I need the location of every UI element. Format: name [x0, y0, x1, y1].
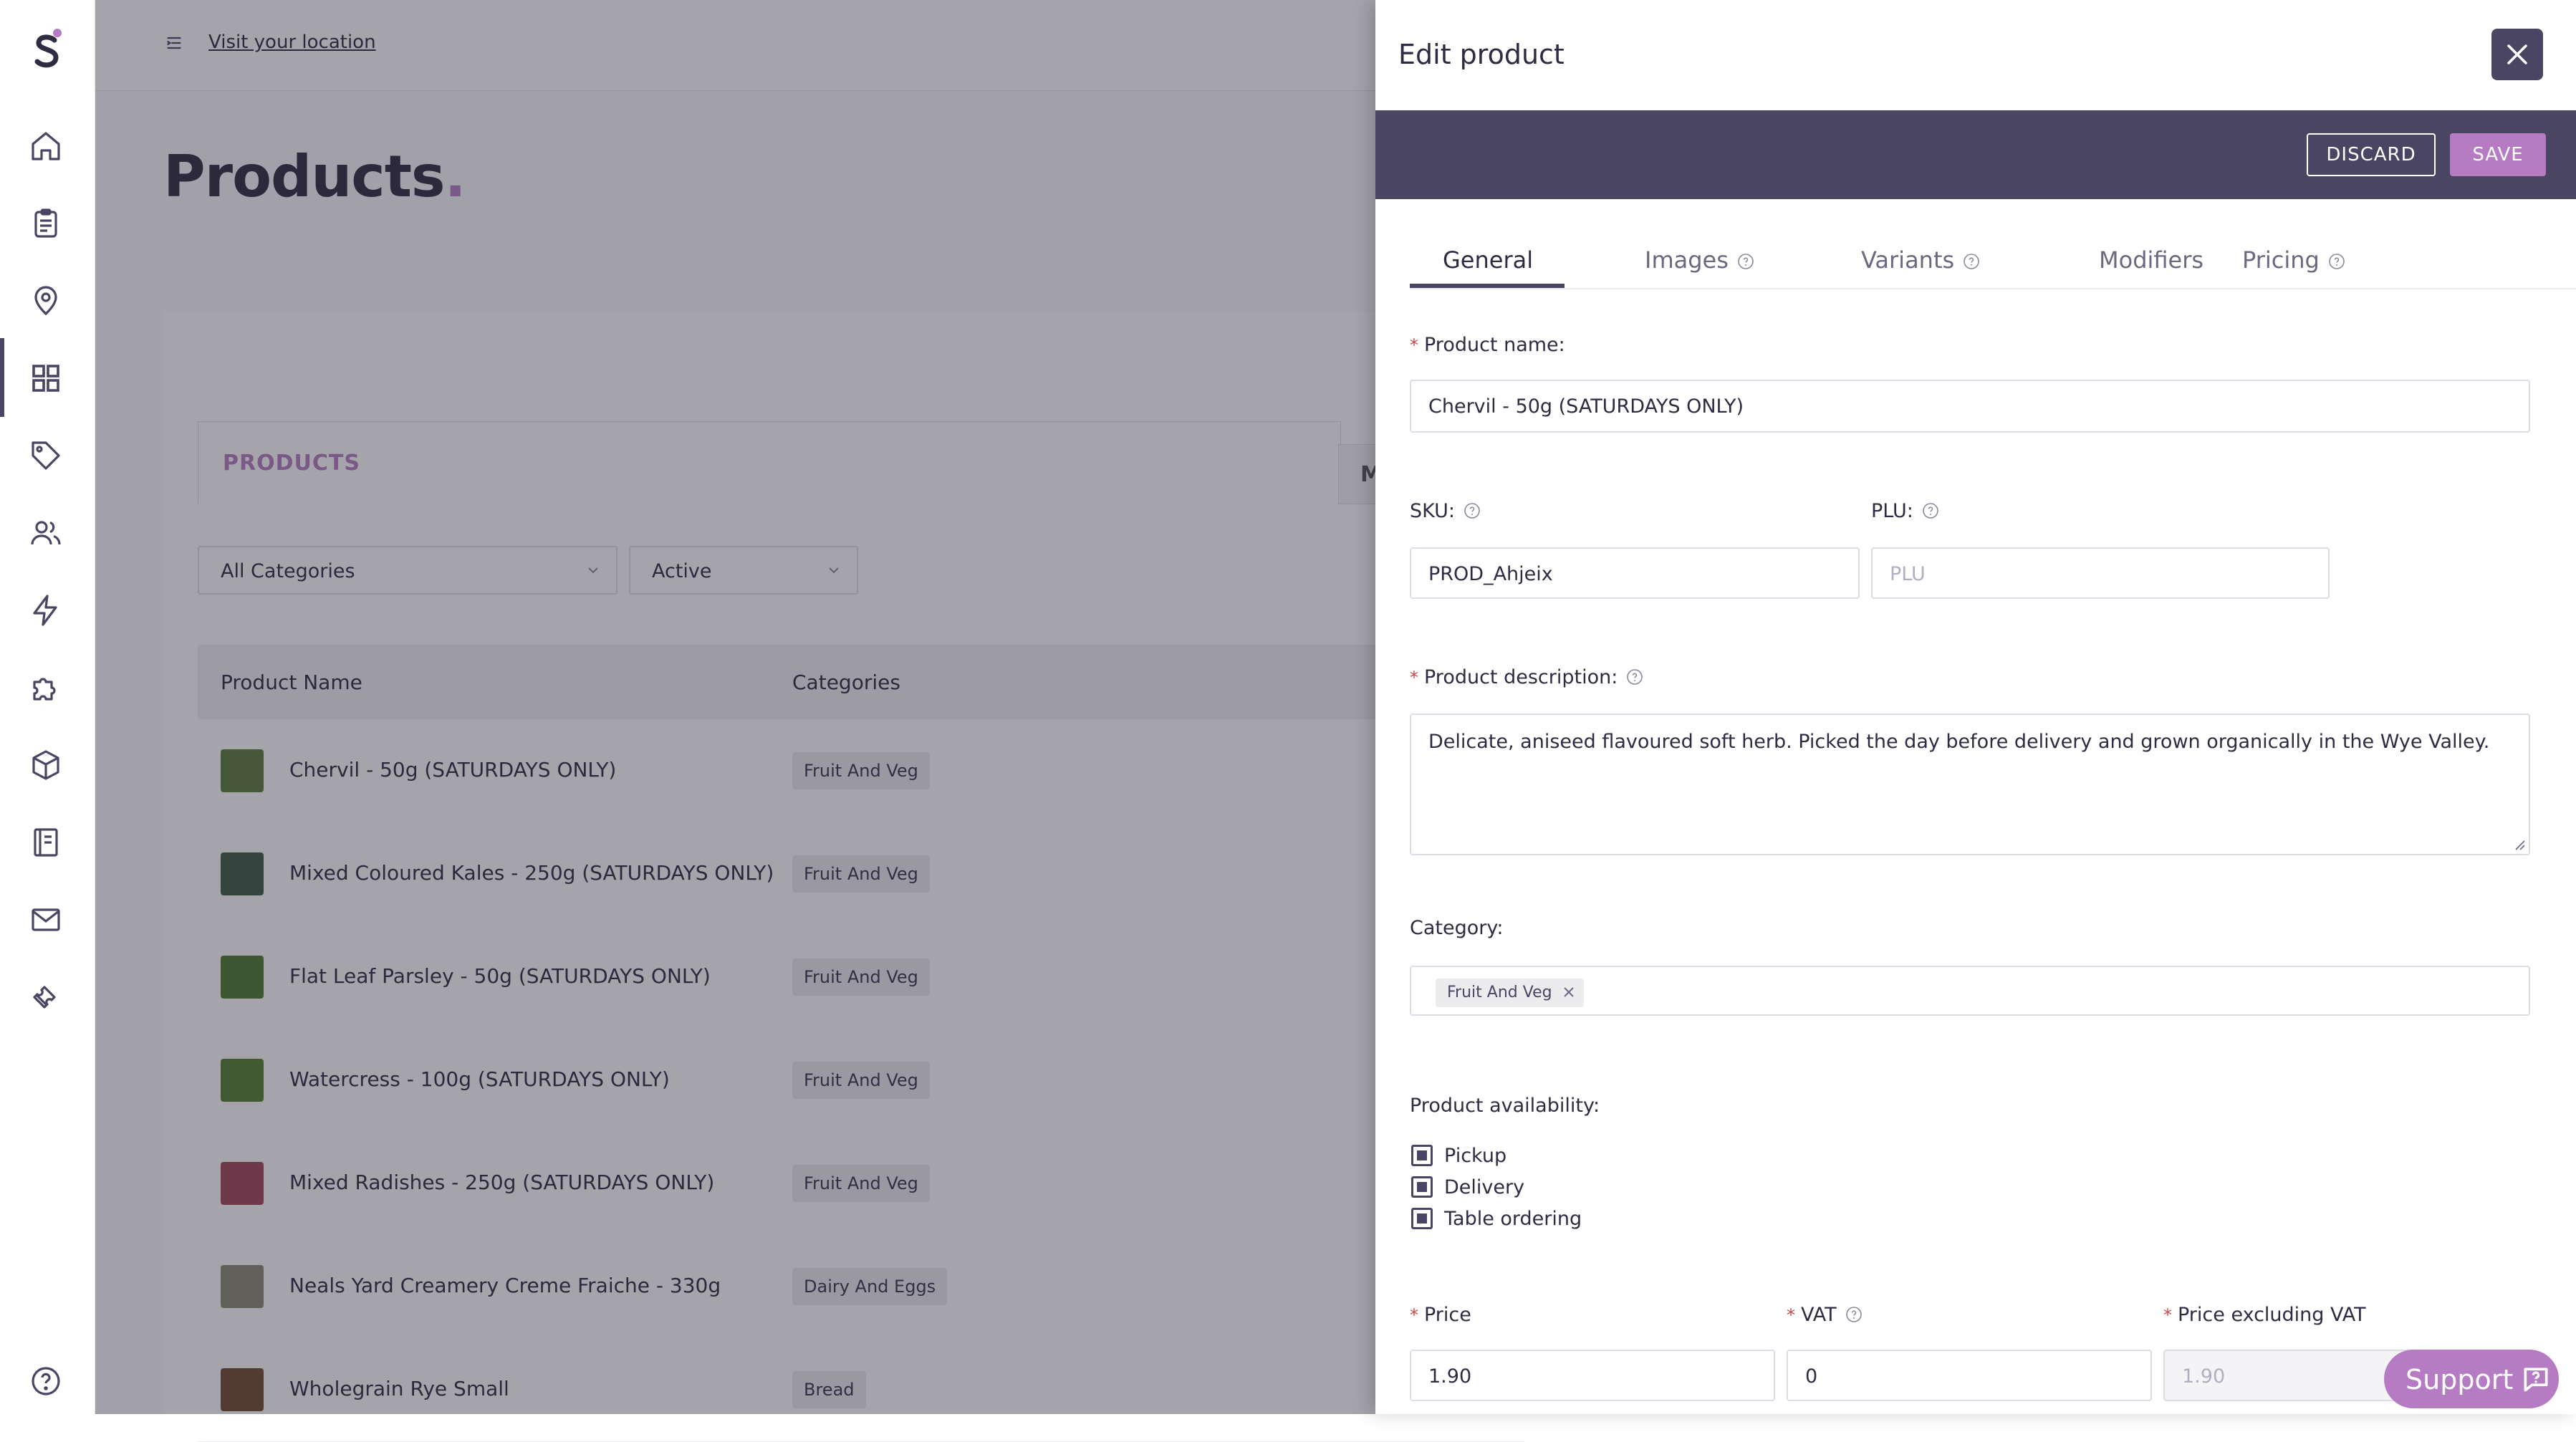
panel-title: Edit product	[1398, 39, 1565, 70]
product-description-textarea[interactable]: Delicate, aniseed flavoured soft herb. P…	[1410, 713, 2530, 855]
availability-label: Product availability:	[1410, 1095, 1600, 1117]
required-mark: *	[2163, 1305, 2172, 1325]
price-ex-vat-label: * Price excluding VAT	[2163, 1304, 2366, 1326]
users-icon[interactable]	[29, 516, 63, 550]
tab-variants[interactable]: Variants	[1861, 246, 1980, 274]
required-mark: *	[1410, 335, 1418, 355]
help-icon[interactable]	[1464, 502, 1481, 519]
chat-help-icon	[2524, 1368, 2548, 1392]
plu-label: PLU:	[1871, 500, 1939, 522]
vat-value: 0	[1805, 1365, 1818, 1388]
box-icon[interactable]	[29, 748, 63, 782]
book-icon[interactable]	[29, 825, 63, 860]
table-ordering-checkbox[interactable]	[1411, 1208, 1433, 1229]
mail-icon[interactable]	[29, 903, 63, 937]
category-chip: Fruit And Veg	[1436, 979, 1584, 1007]
tab-variants-label: Variants	[1861, 246, 1955, 274]
edit-product-panel: Edit product DISCARD SAVE General Images…	[1375, 0, 2576, 1414]
plu-input[interactable]: PLU	[1871, 547, 2330, 599]
map-pin-icon[interactable]	[29, 284, 63, 318]
support-button[interactable]: Support	[2384, 1350, 2559, 1408]
clipboard-icon[interactable]	[29, 206, 63, 241]
price-label: * Price	[1410, 1304, 1471, 1326]
category-chip-label: Fruit And Veg	[1447, 984, 1552, 1001]
price-input[interactable]: 1.90	[1410, 1350, 1775, 1401]
price-value: 1.90	[1428, 1365, 1472, 1388]
panel-tabs: General Images Variants Modifiers Pricin…	[1410, 236, 2576, 289]
sku-value: PROD_Ahjeix	[1428, 563, 1553, 585]
product-description-label-text: Product description:	[1424, 666, 1618, 688]
logo[interactable]	[29, 27, 66, 72]
tab-pricing-label: Pricing	[2242, 246, 2320, 274]
help-icon[interactable]	[1963, 253, 1980, 270]
category-label: Category:	[1410, 917, 1504, 939]
vat-label: * VAT	[1787, 1304, 1863, 1326]
close-icon	[2507, 44, 2527, 64]
product-description-value: Delicate, aniseed flavoured soft herb. P…	[1428, 731, 2490, 753]
delivery-checkbox[interactable]	[1411, 1176, 1433, 1198]
remove-chip-icon[interactable]	[1562, 986, 1575, 999]
help-icon[interactable]	[1922, 502, 1939, 519]
price-ex-vat-placeholder: 1.90	[2182, 1365, 2226, 1388]
product-name-input[interactable]: Chervil - 50g (SATURDAYS ONLY)	[1410, 380, 2530, 433]
active-tab-indicator	[1410, 284, 1565, 288]
tab-images[interactable]: Images	[1645, 246, 1754, 274]
product-name-label-text: Product name:	[1424, 334, 1565, 356]
resize-handle-icon[interactable]	[2510, 835, 2526, 851]
help-icon[interactable]	[1737, 253, 1754, 270]
pickup-checkbox[interactable]	[1411, 1145, 1433, 1166]
category-select[interactable]: Fruit And Veg	[1410, 966, 2530, 1016]
help-icon[interactable]	[1626, 668, 1643, 686]
tab-general[interactable]: General	[1443, 246, 1533, 274]
required-mark: *	[1410, 668, 1418, 688]
help-icon[interactable]	[1845, 1306, 1863, 1323]
discard-button[interactable]: DISCARD	[2307, 133, 2436, 176]
support-label: Support	[2406, 1364, 2514, 1395]
action-bar: DISCARD SAVE	[1375, 110, 2576, 199]
grid-icon[interactable]	[29, 361, 63, 395]
delivery-label[interactable]: Delivery	[1444, 1176, 1524, 1198]
plu-label-text: PLU:	[1871, 500, 1913, 522]
sku-input[interactable]: PROD_Ahjeix	[1410, 547, 1860, 599]
required-mark: *	[1787, 1305, 1795, 1325]
product-name-value: Chervil - 50g (SATURDAYS ONLY)	[1428, 395, 1744, 418]
save-button[interactable]: SAVE	[2450, 133, 2546, 176]
sku-label: SKU:	[1410, 500, 1481, 522]
tab-images-label: Images	[1645, 246, 1729, 274]
close-button[interactable]	[2491, 29, 2543, 80]
product-name-label: * Product name:	[1410, 334, 1565, 356]
tag-icon[interactable]	[29, 438, 63, 473]
modal-backdrop[interactable]	[95, 0, 1471, 1414]
sidebar	[0, 0, 95, 1414]
price-label-text: Price	[1424, 1304, 1471, 1326]
required-mark: *	[1410, 1305, 1418, 1325]
lightning-icon[interactable]	[29, 593, 63, 628]
help-circle-icon[interactable]	[29, 1364, 63, 1398]
product-description-label: * Product description:	[1410, 666, 1643, 688]
help-icon[interactable]	[2328, 253, 2345, 270]
sku-label-text: SKU:	[1410, 500, 1455, 522]
price-ex-vat-label-text: Price excluding VAT	[2178, 1304, 2366, 1326]
vat-label-text: VAT	[1801, 1304, 1837, 1326]
puzzle-icon[interactable]	[29, 670, 63, 705]
tab-pricing[interactable]: Pricing	[2242, 246, 2345, 274]
table-ordering-label[interactable]: Table ordering	[1444, 1208, 1582, 1230]
ticket-icon[interactable]	[29, 980, 63, 1014]
plu-placeholder: PLU	[1890, 563, 1926, 585]
vat-input[interactable]: 0	[1787, 1350, 2152, 1401]
pickup-label[interactable]: Pickup	[1444, 1145, 1506, 1167]
tab-modifiers[interactable]: Modifiers	[2099, 246, 2203, 274]
nav-active-indicator	[0, 338, 4, 417]
home-icon[interactable]	[29, 129, 63, 163]
